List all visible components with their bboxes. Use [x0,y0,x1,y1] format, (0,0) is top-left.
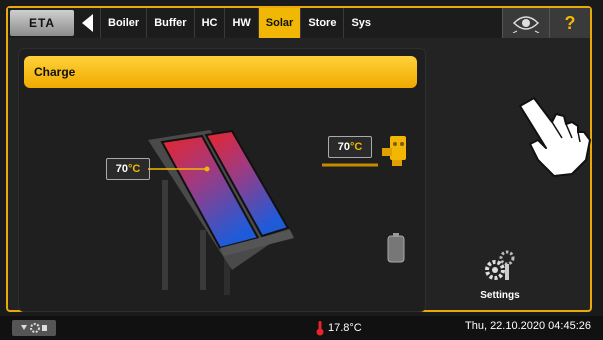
solar-collector-diagram [148,129,294,295]
storage-tank-icon[interactable] [387,232,405,264]
gear-small-icon [21,323,47,333]
collector-temp-unit: °C [127,163,141,175]
buffer-temp-unit: °C [349,141,363,153]
buffer-temperature: 70 °C [328,136,372,158]
collector-temp-value: 70 [115,163,128,175]
collector-leg [162,180,168,290]
outdoor-temperature: 17.8°C [316,320,362,336]
collector-leg [200,230,206,290]
outdoor-temp-value: 17.8°C [328,322,362,334]
heat-exchanger-icon[interactable] [380,134,414,168]
menu-toggle-button[interactable] [12,320,56,336]
thermometer-icon [316,321,324,336]
tab-sys[interactable]: Sys [343,8,378,38]
settings-button[interactable]: Settings [468,248,532,301]
collector-sensor-line [148,166,210,172]
datetime: Thu, 22.10.2020 04:45:26 [465,320,591,332]
charge-status-bar: Charge [24,56,417,88]
tab-hw[interactable]: HW [224,8,257,38]
view-button[interactable] [502,8,549,38]
tab-boiler[interactable]: Boiler [100,8,146,38]
back-button[interactable] [74,8,100,38]
eta-logo[interactable]: ETA [10,10,74,36]
tab-hc[interactable]: HC [193,8,225,38]
tab-store[interactable]: Store [300,8,343,38]
tab-solar[interactable]: Solar [257,8,301,38]
help-button[interactable]: ? [549,8,590,38]
buffer-sensor-line [322,163,378,167]
gears-icon [485,250,515,280]
buffer-temp-value: 70 [337,141,350,153]
back-arrow-icon [81,14,93,32]
settings-label: Settings [480,290,520,301]
top-navigation-bar: ETA Boiler Buffer HC HW Solar Store Sys … [8,8,590,38]
tab-buffer[interactable]: Buffer [146,8,193,38]
collector-temperature: 70 °C [106,158,150,180]
eye-icon [512,16,540,33]
pointer-hand-icon [519,97,591,177]
